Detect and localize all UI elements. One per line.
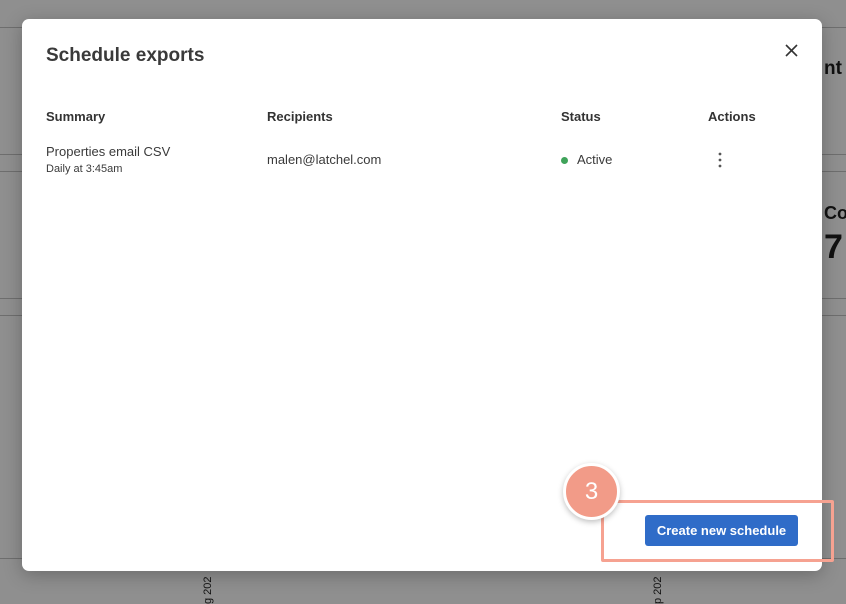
status-badge: Active [577,152,613,167]
row-actions-button[interactable] [710,150,730,170]
column-header-summary: Summary [46,109,106,124]
background-card-value: 7 [824,228,843,266]
column-header-recipients: Recipients [267,109,333,124]
background-card-label: Co [824,203,846,223]
column-header-actions: Actions [708,109,756,124]
background-heading: nt F [824,58,846,79]
step-number-badge: 3 [563,463,620,520]
close-icon [784,43,798,57]
dialog-title: Schedule exports [46,45,205,66]
schedule-recipient: malen@latchel.com [267,152,382,167]
background-axis-label: p 202 [652,576,664,604]
schedule-frequency: Daily at 3:45am [46,163,123,175]
schedule-exports-dialog: Schedule exports Summary Recipients Stat… [22,19,822,571]
column-header-status: Status [561,109,601,124]
background-axis-label: g 202 [202,576,214,604]
step-highlight-box [601,500,834,562]
more-vertical-icon [718,152,722,168]
status-dot-icon [561,157,568,164]
close-button[interactable] [780,39,802,61]
schedule-summary: Properties email CSV [46,144,171,159]
